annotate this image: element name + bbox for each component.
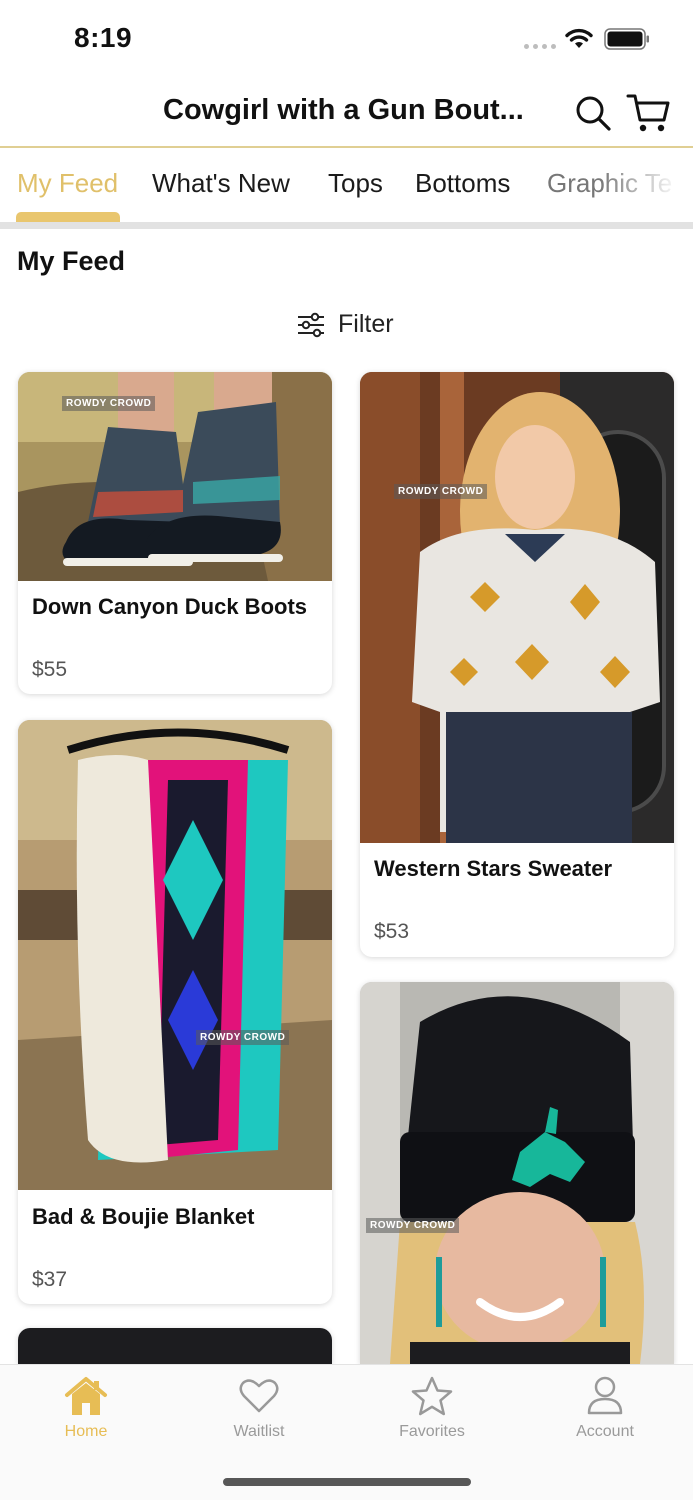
status-time: 8:19: [74, 22, 133, 53]
nav-label: Favorites: [399, 1423, 465, 1440]
app-header: Cowgirl with a Gun Bout...: [0, 80, 693, 148]
nav-home[interactable]: Home: [26, 1375, 146, 1441]
battery-icon: [604, 28, 649, 50]
home-icon: [65, 1377, 107, 1415]
product-image-partial: [18, 1328, 332, 1364]
brand-watermark: ROWDY CROWD: [394, 484, 488, 499]
brand-watermark: ROWDY CROWD: [196, 1030, 290, 1045]
product-image-sweater: ROWDY CROWD: [360, 372, 674, 843]
wifi-icon: [565, 28, 593, 48]
heart-icon: [239, 1379, 279, 1413]
home-indicator: [223, 1478, 471, 1486]
filter-label: Filter: [338, 310, 394, 338]
product-card[interactable]: [18, 1328, 332, 1364]
product-price: $55: [32, 658, 68, 681]
tabs-divider: [0, 222, 693, 229]
nav-label: Home: [64, 1423, 108, 1440]
status-bar: 8:19: [0, 0, 693, 80]
product-price: $53: [374, 920, 410, 943]
product-image-blanket: ROWDY CROWD: [18, 720, 332, 1190]
product-card[interactable]: ROWDY CROWD Western Stars Sweater $53: [360, 372, 674, 957]
tab-my-feed[interactable]: My Feed: [17, 168, 118, 199]
nav-favorites[interactable]: Favorites: [372, 1375, 492, 1441]
nav-label: Waitlist: [233, 1423, 285, 1440]
star-icon: [411, 1376, 453, 1416]
tabs-fade: [600, 150, 693, 222]
nav-waitlist[interactable]: Waitlist: [199, 1375, 319, 1441]
tab-tops[interactable]: Tops: [328, 168, 383, 199]
product-name: Western Stars Sweater: [374, 856, 613, 881]
product-name: Bad & Boujie Blanket: [32, 1204, 255, 1229]
brand-watermark: ROWDY CROWD: [62, 396, 156, 411]
product-image-beanie: ROWDY CROWD: [360, 982, 674, 1364]
store-title: Cowgirl with a Gun Bout...: [163, 94, 524, 126]
active-tab-indicator: [16, 212, 120, 222]
nav-account[interactable]: Account: [545, 1375, 665, 1441]
brand-watermark: ROWDY CROWD: [366, 1218, 460, 1233]
section-title: My Feed: [17, 246, 126, 276]
product-card[interactable]: ROWDY CROWD Bad & Boujie Blanket $37: [18, 720, 332, 1304]
nav-label: Account: [576, 1423, 634, 1440]
person-icon: [587, 1376, 623, 1415]
category-tabs: My Feed What's New Tops Bottoms Graphic …: [0, 150, 693, 222]
cart-icon[interactable]: [626, 92, 670, 134]
signal-icon: [524, 44, 556, 49]
product-card[interactable]: ROWDY CROWD Down Canyon Duck Boots $55: [18, 372, 332, 694]
product-image-boots: ROWDY CROWD: [18, 372, 332, 581]
product-card[interactable]: ROWDY CROWD: [360, 982, 674, 1364]
search-icon[interactable]: [574, 94, 612, 132]
tab-bottoms[interactable]: Bottoms: [415, 168, 510, 199]
product-name: Down Canyon Duck Boots: [32, 594, 308, 619]
product-price: $37: [32, 1268, 68, 1291]
filter-icon: [298, 312, 324, 337]
tab-whats-new[interactable]: What's New: [152, 168, 290, 199]
filter-button[interactable]: Filter: [296, 310, 394, 339]
